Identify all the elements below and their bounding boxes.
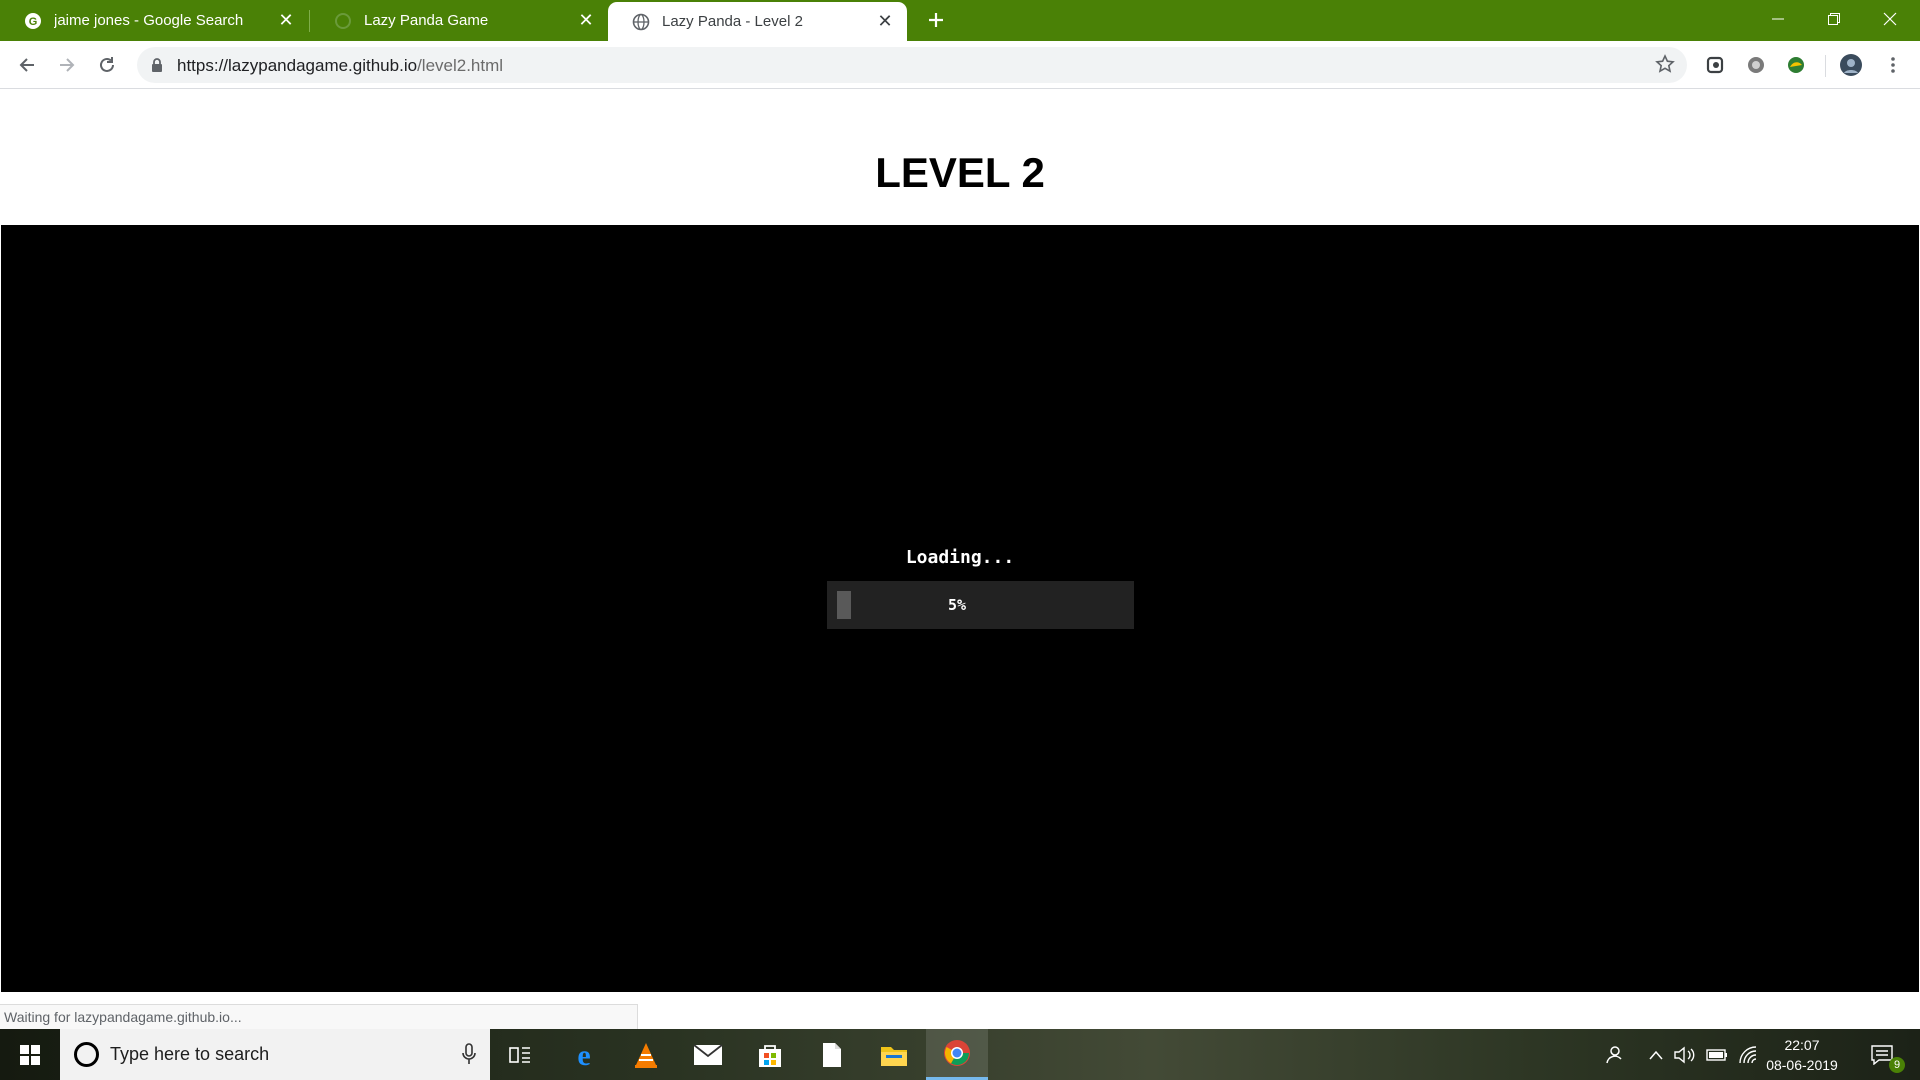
file-explorer-icon[interactable] xyxy=(864,1029,924,1080)
minimize-icon xyxy=(1772,18,1784,20)
status-bar: Waiting for lazypandagame.github.io... xyxy=(0,1004,638,1029)
wifi-icon[interactable] xyxy=(1736,1029,1760,1080)
address-bar[interactable]: https://lazypandagame.github.io/level2.h… xyxy=(137,47,1687,83)
notification-count-badge: 9 xyxy=(1889,1057,1905,1073)
tab-title: Lazy Panda Game xyxy=(364,12,489,29)
chrome-icon[interactable] xyxy=(926,1029,988,1080)
tab-title: Lazy Panda - Level 2 xyxy=(662,13,803,30)
globe-icon xyxy=(632,13,650,30)
loading-progress-bar: 5% xyxy=(827,581,1134,629)
volume-icon[interactable] xyxy=(1672,1029,1698,1080)
close-window-button[interactable] xyxy=(1862,0,1918,38)
file-icon[interactable] xyxy=(802,1029,862,1080)
close-tab-icon[interactable]: ✕ xyxy=(576,10,596,31)
chevron-up-icon[interactable] xyxy=(1646,1029,1666,1080)
search-placeholder: Type here to search xyxy=(110,1044,270,1064)
tab-lazy-panda-level-2[interactable]: Lazy Panda - Level 2 ✕ xyxy=(608,2,907,41)
battery-icon[interactable] xyxy=(1704,1029,1730,1080)
restore-button[interactable] xyxy=(1806,0,1862,38)
tab-strip: G jaime jones - Google Search ✕ Lazy Pan… xyxy=(0,0,1920,41)
page-content: LEVEL 2 Loading... 5% xyxy=(0,89,1920,1029)
vlc-icon[interactable] xyxy=(616,1029,676,1080)
back-button[interactable] xyxy=(11,49,43,81)
reload-button[interactable] xyxy=(91,49,123,81)
arrow-right-icon xyxy=(60,58,75,72)
clock-time: 22:07 xyxy=(1784,1037,1820,1053)
mail-icon[interactable] xyxy=(678,1029,738,1080)
bookmark-star-icon[interactable] xyxy=(1655,54,1675,74)
new-tab-button[interactable] xyxy=(922,6,950,34)
google-icon: G xyxy=(25,12,41,29)
windows-logo-icon xyxy=(20,1044,40,1065)
restore-icon xyxy=(1828,13,1840,25)
extension-1-icon[interactable] xyxy=(1703,52,1729,78)
close-tab-icon[interactable]: ✕ xyxy=(875,11,895,32)
store-icon[interactable] xyxy=(740,1029,800,1080)
menu-kebab-icon[interactable] xyxy=(1880,52,1906,78)
browser-toolbar: https://lazypandagame.github.io/level2.h… xyxy=(0,41,1920,89)
cortana-icon xyxy=(74,1042,99,1067)
windows-taskbar: Type here to search e 22:07 08-06-2019 9 xyxy=(0,1029,1920,1080)
start-button[interactable] xyxy=(0,1029,60,1080)
page-title: LEVEL 2 xyxy=(875,149,1045,196)
taskbar-search-box[interactable]: Type here to search xyxy=(60,1029,490,1080)
extension-2-icon[interactable] xyxy=(1743,52,1769,78)
toolbar-separator xyxy=(1825,55,1826,77)
loading-spinner-icon xyxy=(335,12,351,29)
tab-lazy-panda-game[interactable]: Lazy Panda Game ✕ xyxy=(310,0,608,41)
forward-button[interactable] xyxy=(51,49,83,81)
close-icon xyxy=(1883,12,1897,26)
profile-avatar[interactable] xyxy=(1838,52,1864,78)
reload-icon xyxy=(100,57,114,72)
system-clock[interactable]: 22:07 08-06-2019 xyxy=(1762,1035,1842,1075)
url-path: /level2.html xyxy=(417,56,504,75)
arrow-left-icon xyxy=(19,58,34,72)
edge-icon[interactable]: e xyxy=(554,1029,614,1080)
task-view-icon[interactable] xyxy=(490,1029,550,1080)
loading-label: Loading... xyxy=(905,547,1015,568)
close-tab-icon[interactable]: ✕ xyxy=(276,10,296,31)
microphone-icon[interactable] xyxy=(462,1043,476,1065)
svg-text:G: G xyxy=(29,16,38,28)
game-canvas[interactable]: Loading... 5% xyxy=(1,225,1919,992)
tab-title: jaime jones - Google Search xyxy=(54,12,244,29)
loading-progress-percent: 5% xyxy=(947,596,967,614)
extension-3-icon[interactable] xyxy=(1783,52,1809,78)
minimize-button[interactable] xyxy=(1750,0,1806,38)
people-icon[interactable] xyxy=(1598,1029,1628,1080)
plus-icon xyxy=(929,13,943,27)
lock-icon xyxy=(152,58,162,72)
tab-google-search[interactable]: G jaime jones - Google Search ✕ xyxy=(0,0,308,41)
clock-date: 08-06-2019 xyxy=(1766,1057,1838,1073)
url-text[interactable]: https://lazypandagame.github.io/level2.h… xyxy=(177,56,503,76)
screen: G jaime jones - Google Search ✕ Lazy Pan… xyxy=(0,0,1920,1080)
svg-text:e: e xyxy=(577,1041,590,1069)
url-host: https://lazypandagame.github.io xyxy=(177,56,418,75)
